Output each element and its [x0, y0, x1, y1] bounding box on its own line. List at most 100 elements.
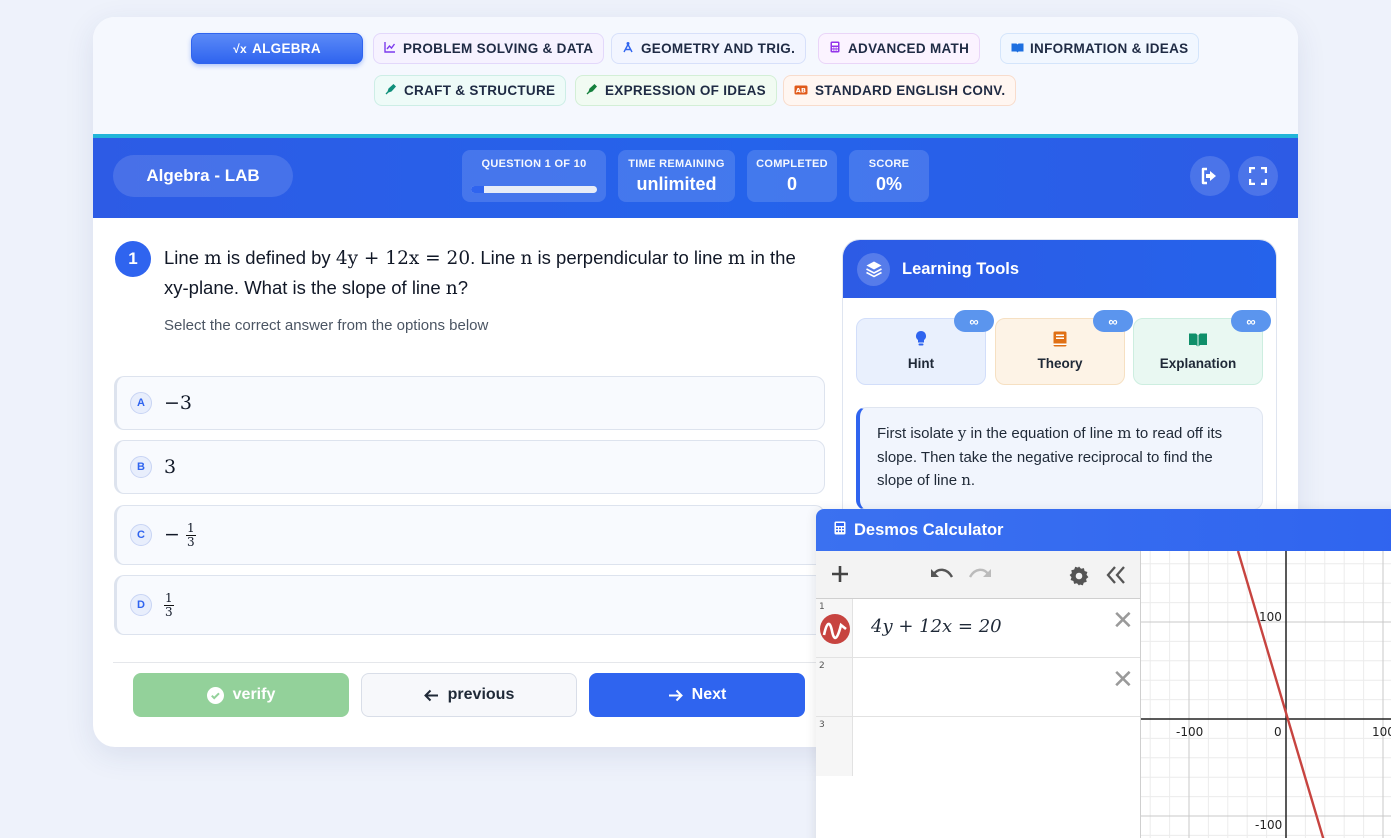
expression-row-3[interactable]: 3 [816, 717, 1140, 776]
option-letter: A [130, 392, 152, 414]
hint-text-part: in the equation of line [966, 425, 1118, 442]
exit-icon [1201, 167, 1216, 185]
hint-var: m [1117, 424, 1132, 442]
fullscreen-icon [1249, 167, 1267, 185]
option-value: −3 [164, 392, 193, 414]
hint-label: Hint [907, 356, 935, 371]
tab-advanced-math[interactable]: ADVANCED MATH [818, 33, 981, 64]
chart-line-icon [384, 41, 396, 56]
question-text-part: ? [457, 277, 468, 298]
previous-button[interactable]: previous [361, 673, 577, 717]
expression-input[interactable]: 4y + 12x = 20 [871, 616, 1002, 637]
graph-line-toggle-icon[interactable] [819, 613, 851, 650]
hint-uses-badge: ∞ [954, 310, 994, 332]
explanation-uses-badge: ∞ [1231, 310, 1271, 332]
learning-tools-title: Learning Tools [902, 259, 1020, 278]
tab-algebra[interactable]: √x ALGEBRA [191, 33, 363, 64]
question-var: n [520, 248, 533, 269]
option-c[interactable]: C − 13 [114, 505, 825, 565]
tab-geometry[interactable]: GEOMETRY AND TRIG. [611, 33, 807, 64]
layers-icon [857, 252, 890, 286]
svg-text:AB: AB [796, 86, 807, 94]
learning-tools-header: Learning Tools [843, 240, 1276, 298]
row-number: 1 [819, 602, 825, 612]
verify-label: verify [232, 686, 276, 703]
hint-tool[interactable]: ∞ Hint [856, 310, 994, 385]
row-gutter: 1 [816, 599, 853, 657]
question-text-part: is perpendicular to line [532, 247, 728, 268]
book-open-icon [1188, 332, 1208, 350]
next-button[interactable]: Next [589, 673, 805, 717]
question-var: m [727, 248, 746, 269]
y-tick-label: 100 [1259, 610, 1282, 624]
score: SCORE 0% [849, 150, 929, 202]
learning-tools-panel: Learning Tools ∞ Hint ∞ Theory ∞ Explana… [842, 239, 1277, 539]
verify-button[interactable]: verify [133, 673, 349, 717]
tab-problem-solving[interactable]: PROBLEM SOLVING & DATA [373, 33, 605, 64]
undo-icon[interactable] [930, 566, 954, 587]
question-counter: QUESTION 1 OF 10 [481, 158, 587, 170]
row-gutter: 2 [816, 658, 853, 716]
theory-uses-badge: ∞ [1093, 310, 1133, 332]
option-d[interactable]: D 13 [114, 575, 825, 635]
tab-standard-english[interactable]: AB STANDARD ENGLISH CONV. [783, 75, 1017, 106]
add-icon[interactable] [830, 564, 850, 589]
collapse-panel-icon[interactable] [1106, 565, 1126, 590]
desmos-title: Desmos Calculator [854, 520, 1004, 539]
divider [113, 662, 833, 663]
settings-gear-icon[interactable] [1069, 566, 1089, 591]
option-sign: − [164, 523, 180, 545]
fullscreen-button[interactable] [1238, 156, 1278, 196]
question-number: 1 [115, 241, 151, 277]
option-a[interactable]: A −3 [114, 376, 825, 430]
hint-text-part: First isolate [877, 425, 958, 442]
previous-label: previous [447, 686, 515, 703]
theory-label: Theory [1037, 356, 1083, 371]
option-fraction: 13 [185, 521, 196, 549]
row-number: 2 [819, 661, 825, 671]
lightbulb-icon [915, 330, 927, 350]
time-remaining: TIME REMAINING unlimited [618, 150, 735, 202]
theory-tool[interactable]: ∞ Theory [995, 310, 1133, 385]
option-letter: D [130, 594, 152, 616]
progress-bar [471, 186, 597, 193]
pen-nib-icon [586, 83, 598, 98]
expression-row-1[interactable]: 1 4y + 12x = 20 ✕ [816, 599, 1140, 658]
score-value: 0% [875, 174, 902, 194]
graph-canvas[interactable]: 100 -100 0 100 -100 [1141, 551, 1391, 838]
fraction-numerator: 1 [164, 590, 174, 606]
delete-expression-icon[interactable]: ✕ [1112, 605, 1134, 636]
exit-button[interactable] [1190, 156, 1230, 196]
question-var: n [445, 278, 458, 299]
question-equation: 4y + 12x = 20 [335, 248, 471, 269]
desmos-calculator: Desmos Calculator 1 4y + 12x = 20 ✕ 2 ✕ … [816, 509, 1391, 838]
tab-information-ideas[interactable]: INFORMATION & IDEAS [1000, 33, 1200, 64]
book-icon [1053, 331, 1067, 350]
explanation-label: Explanation [1159, 356, 1237, 371]
option-b[interactable]: B 3 [114, 440, 825, 494]
pen-nib-icon [385, 83, 397, 98]
row-number: 3 [819, 720, 825, 730]
session-bar: Algebra - LAB QUESTION 1 OF 10 TIME REMA… [93, 134, 1298, 218]
explanation-tool[interactable]: ∞ Explanation [1133, 310, 1271, 385]
question-text-part: is defined by [221, 247, 336, 268]
option-letter: C [130, 524, 152, 546]
topic-nav: √x ALGEBRA PROBLEM SOLVING & DATA GEOMETR… [93, 17, 1298, 135]
time-value: unlimited [636, 174, 717, 194]
fraction-denominator: 3 [186, 534, 195, 549]
tab-expression-ideas[interactable]: EXPRESSION OF IDEAS [575, 75, 777, 106]
row-gutter: 3 [816, 717, 853, 776]
option-value: 13 [164, 590, 174, 619]
expression-row-2[interactable]: 2 ✕ [816, 658, 1140, 717]
hint-text-part: . [970, 472, 976, 489]
redo-icon[interactable] [968, 566, 992, 587]
spell-check-icon: AB [794, 84, 808, 98]
tab-craft-structure[interactable]: CRAFT & STRUCTURE [374, 75, 567, 106]
question-instruction: Select the correct answer from the optio… [164, 317, 489, 334]
progress-fill [471, 186, 484, 193]
delete-expression-icon[interactable]: ✕ [1112, 664, 1134, 695]
completed-value: 0 [786, 174, 797, 194]
fraction-denominator: 3 [165, 604, 173, 619]
option-letter: B [130, 456, 152, 478]
desmos-header[interactable]: Desmos Calculator [816, 509, 1391, 551]
